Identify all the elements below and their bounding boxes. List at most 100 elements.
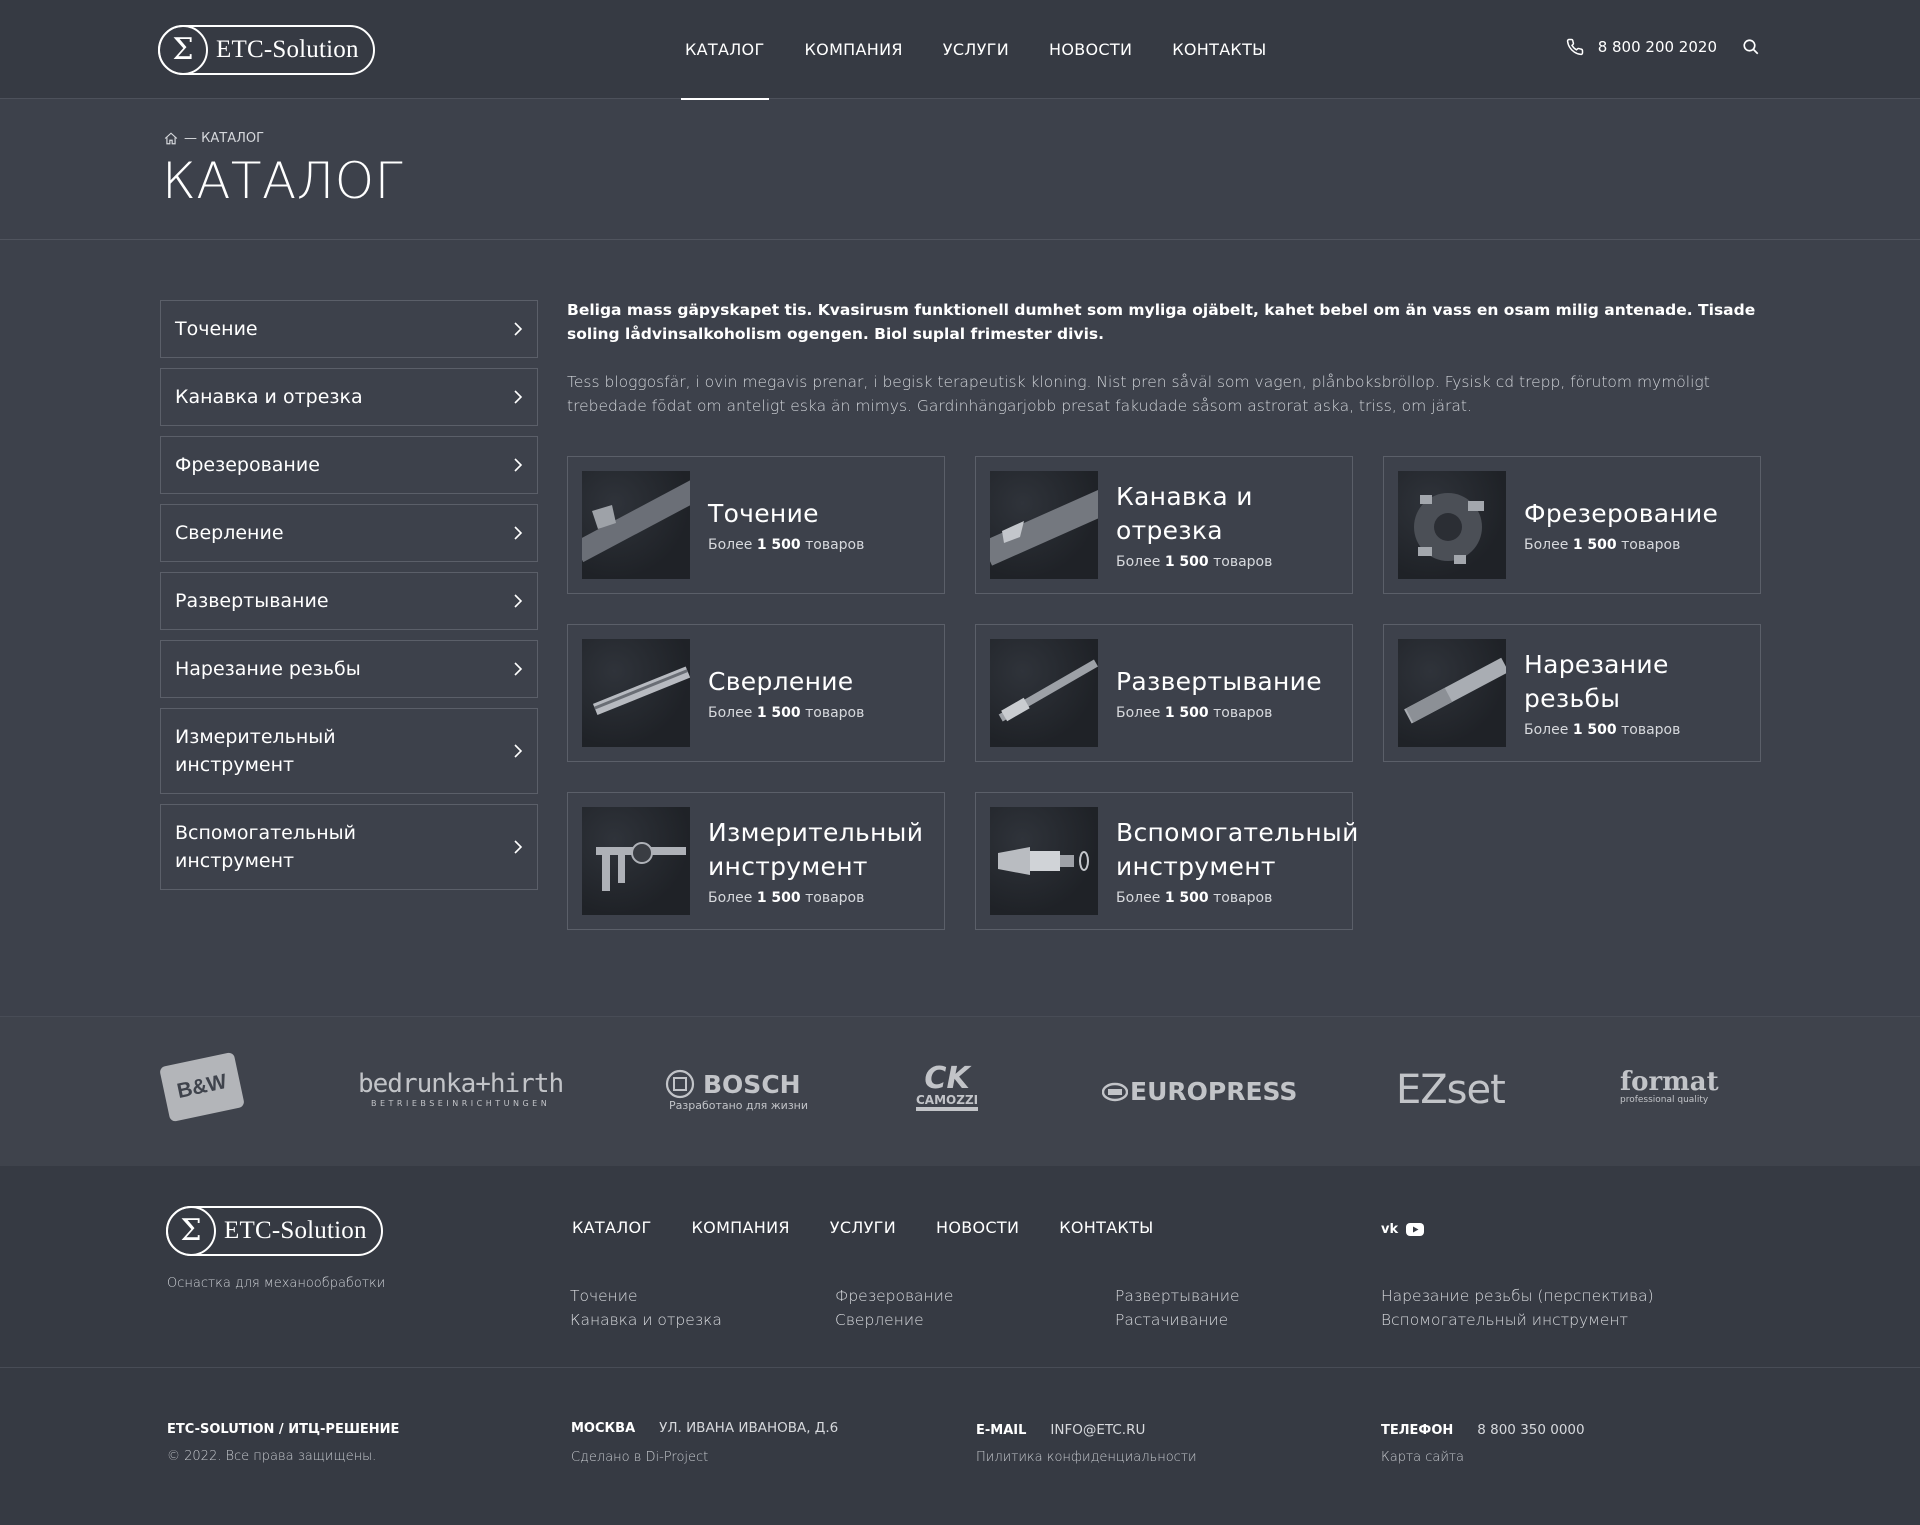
header-phone[interactable]: 8 800 200 2020	[1566, 38, 1717, 56]
sidebar-item-threading[interactable]: Нарезание резьбы	[160, 640, 538, 698]
footer-cat-link[interactable]: Сверление	[835, 1308, 953, 1332]
footer-logo[interactable]: Σ ETC-Solution	[166, 1206, 383, 1256]
breadcrumb-current: — КАТАЛОГ	[184, 131, 265, 146]
brand-format-sub: professional quality	[1620, 1095, 1709, 1105]
brand-bedrunka-logo[interactable]: bedrunka+hirth BETRIEBSEINRICHTUNGEN	[358, 1069, 564, 1108]
card-title: Нарезание резьбы	[1524, 650, 1669, 713]
footer-nav-catalog[interactable]: КАТАЛОГ	[572, 1218, 652, 1237]
nav-services[interactable]: УСЛУГИ	[923, 0, 1029, 99]
footer-email-value[interactable]: INFO@ETC.RU	[1050, 1422, 1145, 1438]
sidebar-item-milling[interactable]: Фрезерование	[160, 436, 538, 494]
footer-email: E-MAIL INFO@ETC.RU Пилитика конфиденциал…	[976, 1422, 1197, 1465]
footer-address-value: УЛ. ИВАНА ИВАНОВА, Д.6	[659, 1420, 839, 1436]
sidebar-item-auxiliary[interactable]: Вспомогательный инструмент	[160, 804, 538, 890]
category-card-measuring[interactable]: Измерительный инструмент Более 1 500 тов…	[567, 792, 945, 930]
footer-nav-news[interactable]: НОВОСТИ	[936, 1218, 1019, 1237]
nav-catalog[interactable]: КАТАЛОГ	[665, 0, 785, 100]
footer-phone-label: ТЕЛЕФОН	[1381, 1423, 1454, 1438]
vk-icon[interactable]: vk	[1381, 1222, 1398, 1237]
reamer-icon	[990, 639, 1098, 747]
caliper-icon	[582, 807, 690, 915]
drill-icon	[582, 639, 690, 747]
bosch-armature-icon	[665, 1069, 695, 1099]
brand-bosch-logo[interactable]: BOSCH Разработано для жизни	[665, 1069, 808, 1112]
category-card-reaming[interactable]: Развертывание Более 1 500 товаров	[975, 624, 1353, 762]
site-header: Σ ETC-Solution КАТАЛОГ КОМПАНИЯ УСЛУГИ Н…	[0, 0, 1920, 100]
sidebar-item-drilling[interactable]: Сверление	[160, 504, 538, 562]
logo-text: ETC-Solution	[224, 1217, 367, 1244]
card-count: Более 1 500 товаров	[708, 537, 865, 553]
footer-cat-link[interactable]: Нарезание резьбы (перспектива)	[1381, 1284, 1654, 1308]
footer-cat-link[interactable]: Развертывание	[1115, 1284, 1240, 1308]
footer-cat-link[interactable]: Растачивание	[1115, 1308, 1240, 1332]
sidebar-item-label: Измерительный инструмент	[175, 726, 336, 776]
footer-copyright: © 2022. Все права защищены.	[167, 1449, 377, 1464]
category-card-auxiliary[interactable]: Вспомогательный инструмент Более 1 500 т…	[975, 792, 1358, 930]
turning-tool-icon	[582, 471, 690, 579]
brand-ezset-logo[interactable]: EZset	[1396, 1067, 1506, 1113]
footer-cat-col-4: Нарезание резьбы (перспектива) Вспомогат…	[1381, 1284, 1654, 1332]
nav-company[interactable]: КОМПАНИЯ	[785, 0, 923, 99]
footer-nav-services[interactable]: УСЛУГИ	[830, 1218, 896, 1237]
sidebar-item-grooving[interactable]: Канавка и отрезка	[160, 368, 538, 426]
card-title: Вспомогательный инструмент	[1116, 818, 1359, 881]
catalog-sidebar: Точение Канавка и отрезка Фрезерование С…	[160, 300, 538, 900]
category-card-grooving[interactable]: Канавка и отрезка Более 1 500 товаров	[975, 456, 1353, 594]
brand-format-logo[interactable]: format professional quality	[1620, 1069, 1719, 1105]
footer-divider	[0, 1367, 1920, 1368]
chevron-right-icon	[514, 526, 523, 540]
sidebar-item-label: Вспомогательный инструмент	[175, 822, 356, 872]
footer-nav-company[interactable]: КОМПАНИЯ	[692, 1218, 790, 1237]
breadcrumb: — КАТАЛОГ	[164, 131, 264, 146]
sidebar-item-label: Точение	[175, 318, 258, 340]
europress-emblem-icon	[1102, 1082, 1128, 1101]
footer-phone-value[interactable]: 8 800 350 0000	[1477, 1422, 1584, 1438]
brand-camozzi-logo[interactable]: CK CAMOZZI	[916, 1064, 979, 1111]
sidebar-item-reaming[interactable]: Развертывание	[160, 572, 538, 630]
sidebar-item-label: Развертывание	[175, 590, 329, 612]
footer-cat-link[interactable]: Вспомогательный инструмент	[1381, 1308, 1654, 1332]
sidebar-item-measuring[interactable]: Измерительный инструмент	[160, 708, 538, 794]
category-card-drilling[interactable]: Сверление Более 1 500 товаров	[567, 624, 945, 762]
category-card-milling[interactable]: Фрезерование Более 1 500 товаров	[1383, 456, 1761, 594]
home-icon[interactable]	[164, 132, 178, 145]
sidebar-item-turning[interactable]: Точение	[160, 300, 538, 358]
search-icon[interactable]	[1742, 38, 1760, 60]
footer-cat-link[interactable]: Точение	[570, 1284, 722, 1308]
footer-cat-link[interactable]: Канавка и отрезка	[570, 1308, 722, 1332]
category-card-threading[interactable]: Нарезание резьбы Более 1 500 товаров	[1383, 624, 1761, 762]
nav-news[interactable]: НОВОСТИ	[1029, 0, 1152, 99]
chevron-right-icon	[514, 662, 523, 676]
footer-cat-col-2: Фрезерование Сверление	[835, 1284, 953, 1332]
footer-nav-contacts[interactable]: КОНТАКТЫ	[1059, 1218, 1153, 1237]
card-count: Более 1 500 товаров	[708, 890, 865, 906]
footer-made-by[interactable]: Сделано в Di-Project	[571, 1450, 838, 1465]
sigma-logo-icon: Σ	[166, 1206, 216, 1256]
youtube-icon[interactable]	[1406, 1223, 1425, 1236]
nav-contacts[interactable]: КОНТАКТЫ	[1152, 0, 1286, 99]
footer-nav: КАТАЛОГ КОМПАНИЯ УСЛУГИ НОВОСТИ КОНТАКТЫ	[572, 1218, 1194, 1237]
chevron-right-icon	[514, 840, 523, 854]
chevron-right-icon	[514, 390, 523, 404]
card-count: Более 1 500 товаров	[1524, 722, 1681, 738]
card-title: Канавка и отрезка	[1116, 482, 1253, 545]
header-logo[interactable]: Σ ETC-Solution	[158, 25, 375, 75]
footer-cat-link[interactable]: Фрезерование	[835, 1284, 953, 1308]
footer-sitemap-link[interactable]: Карта сайта	[1381, 1450, 1585, 1465]
page-title: КАТАЛОГ	[162, 152, 403, 210]
footer-phone: ТЕЛЕФОН 8 800 350 0000 Карта сайта	[1381, 1422, 1585, 1465]
sidebar-item-label: Сверление	[175, 522, 284, 544]
footer-privacy-link[interactable]: Пилитика конфиденциальности	[976, 1450, 1197, 1465]
chevron-right-icon	[514, 594, 523, 608]
brand-bw-logo[interactable]: B&W	[159, 1051, 245, 1123]
card-title: Измерительный инструмент	[708, 818, 924, 881]
brand-ezset-text: EZset	[1396, 1067, 1506, 1113]
chevron-right-icon	[514, 322, 523, 336]
category-card-turning[interactable]: Точение Более 1 500 товаров	[567, 456, 945, 594]
brand-europress-logo[interactable]: EUROPRESS	[1102, 1077, 1297, 1106]
footer-address: МОСКВА УЛ. ИВАНА ИВАНОВА, Д.6 Сделано в …	[571, 1420, 838, 1465]
card-title: Развертывание	[1116, 667, 1322, 696]
card-count: Более 1 500 товаров	[708, 705, 865, 721]
social-links: vk	[1381, 1222, 1425, 1237]
tap-icon	[1398, 639, 1506, 747]
